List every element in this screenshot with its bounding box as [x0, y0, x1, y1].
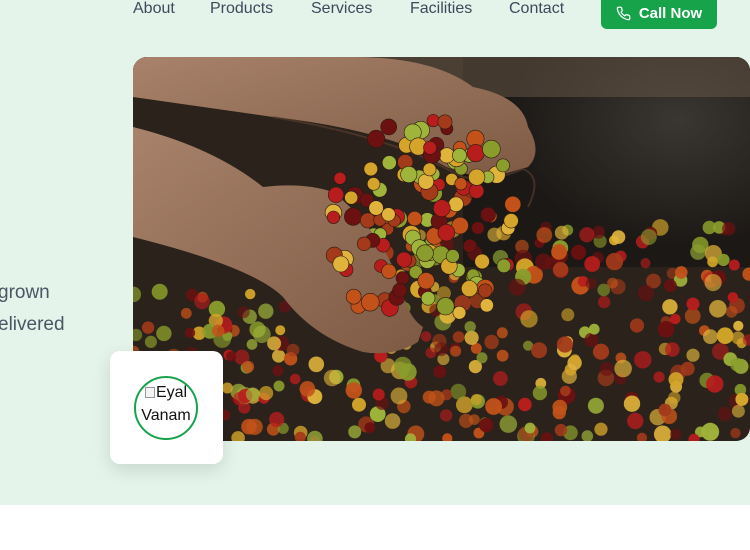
top-nav: About Products Services Facilities Conta… — [0, 0, 750, 40]
logo-alt-line-2: Vanam — [141, 407, 191, 424]
hero-tagline-line-1: grown — [0, 282, 50, 303]
logo-card: Eyal Vanam ... — [110, 351, 223, 464]
logo-alt-line-3: ... — [159, 430, 173, 440]
call-now-label: Call Now — [638, 5, 703, 22]
hero-tagline-line-2: elivered — [0, 314, 65, 335]
company-logo: Eyal Vanam ... — [134, 376, 198, 440]
coffee-cherries-in-hands-photo — [133, 57, 750, 441]
broken-image-icon — [144, 387, 155, 398]
call-now-button[interactable]: Call Now — [601, 0, 717, 29]
nav-link-contact[interactable]: Contact — [509, 0, 564, 18]
phone-icon — [616, 6, 631, 21]
nav-link-about[interactable]: About — [133, 0, 175, 18]
logo-alt-text: Eyal Vanam ... — [136, 378, 196, 440]
logo-alt-line-1: Eyal — [155, 384, 188, 401]
nav-link-products[interactable]: Products — [210, 0, 273, 18]
nav-link-facilities[interactable]: Facilities — [410, 0, 472, 18]
nav-link-services[interactable]: Services — [311, 0, 372, 18]
